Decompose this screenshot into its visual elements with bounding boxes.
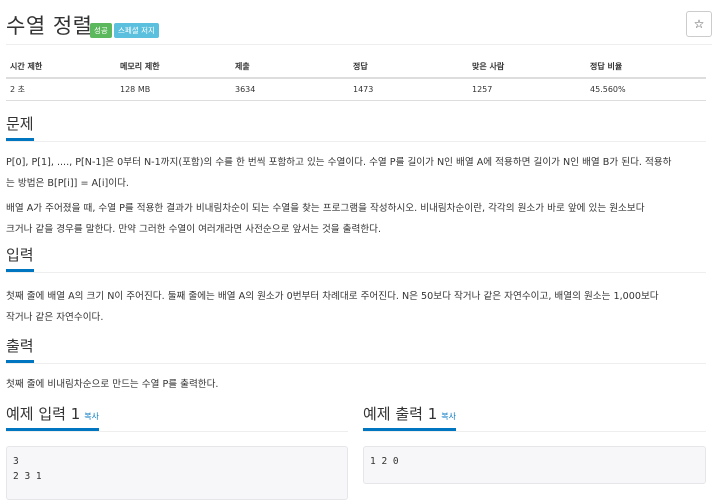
td-solvers: 1257 [468,78,586,101]
input-section-header: 입력 [6,243,706,273]
td-ratio: 45.560% [586,78,706,101]
input-line-2: 작거나 같은 자연수이다. [6,312,104,323]
output-heading: 출력 [6,335,34,363]
problem-heading: 문제 [6,113,34,141]
sample-input-box[interactable]: 3 2 3 1 [6,446,348,500]
th-accepted: 정답 [349,56,468,79]
problem-section-header: 문제 [6,112,706,142]
table-header-row: 시간 제한 메모리 제한 제출 정답 맞은 사람 정답 비율 [6,56,706,79]
td-memory-limit: 128 MB [116,78,231,101]
table-row: 2 초 128 MB 3634 1473 1257 45.560% [6,78,706,101]
input-line-1: 첫째 줄에 배열 A의 크기 N이 주어진다. 둘째 줄에는 배열 A의 원소가… [6,291,659,302]
output-description: 첫째 줄에 비내림차순으로 만드는 수열 P를 출력한다. [6,374,706,395]
sample-input-title: 예제 입력 1 [6,405,81,423]
special-judge-badge[interactable]: 스페셜 저지 [114,23,159,38]
copy-sample-input-link[interactable]: 복사 [84,412,99,421]
td-accepted: 1473 [349,78,468,101]
th-ratio: 정답 비율 [586,56,706,79]
problem-para-1-line-2: 는 방법은 B[P[i]] = A[i]이다. [6,178,129,189]
td-submissions: 3634 [231,78,349,101]
input-description: 첫째 줄에 배열 A의 크기 N이 주어진다. 둘째 줄에는 배열 A의 원소가… [6,286,706,328]
sample-output-header: 예제 출력 1 복사 [363,402,706,432]
status-badge-success[interactable]: 성공 [90,23,112,38]
sample-output-box[interactable]: 1 2 0 [363,446,706,484]
output-line-1: 첫째 줄에 비내림차순으로 만드는 수열 P를 출력한다. [6,379,219,390]
header-divider [6,44,712,45]
td-time-limit: 2 초 [6,78,116,101]
favorite-star-button[interactable]: ☆ [686,11,712,37]
star-icon: ☆ [693,17,705,31]
sample-output-title: 예제 출력 1 [363,405,438,423]
sample-input-header: 예제 입력 1 복사 [6,402,348,432]
problem-para-1-line-1: P[0], P[1], ...., P[N-1]은 0부터 N-1까지(포함)의… [6,157,672,168]
problem-para-2-line-1: 배열 A가 주어졌을 때, 수열 P를 적용한 결과가 비내림차순이 되는 수열… [6,203,645,214]
input-heading: 입력 [6,244,34,272]
page-title: 수열 정렬 [6,14,93,38]
problem-info-table: 시간 제한 메모리 제한 제출 정답 맞은 사람 정답 비율 2 초 128 M… [6,56,706,101]
th-memory-limit: 메모리 제한 [116,56,231,79]
problem-header: 수열 정렬 성공 스페셜 저지 ☆ [6,8,712,42]
problem-description: P[0], P[1], ...., P[N-1]은 0부터 N-1까지(포함)의… [6,152,706,240]
sample-input-heading: 예제 입력 1 복사 [6,403,100,431]
th-submissions: 제출 [231,56,349,79]
copy-sample-output-link[interactable]: 복사 [441,412,456,421]
problem-para-2-line-2: 크거나 같을 경우를 말한다. 만약 그러한 수열이 여러개라면 사전순으로 앞… [6,224,382,235]
th-solvers: 맞은 사람 [468,56,586,79]
output-section-header: 출력 [6,334,706,364]
th-time-limit: 시간 제한 [6,56,116,79]
sample-output-heading: 예제 출력 1 복사 [363,403,457,431]
